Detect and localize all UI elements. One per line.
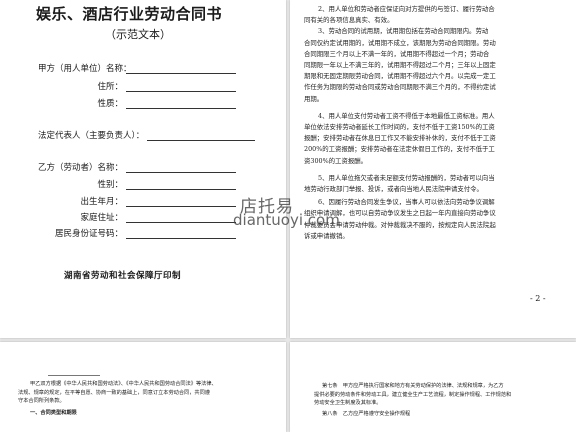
employee-birth-line[interactable] — [126, 198, 236, 207]
text-line: 报酬；安排劳动者在休息日工作又不能安排补休的，支付不低于工资 — [304, 134, 496, 143]
text-line: 4、用人单位支付劳动者工资不得低于本地最低工资标准。用人 — [318, 111, 495, 120]
text-line: 合同期限三个月以上不满一年的，试用期不得超过一个月；劳动合 — [304, 49, 490, 58]
text-line: 5、用人单位拖欠或者未足额支付劳动报酬的，劳动者可以向当 — [318, 173, 495, 182]
issuer-name: 湖南省劳动和社会保障厅印制 — [64, 271, 182, 281]
text-line: 第八条 乙方应严格遵守安全操作规程 — [322, 410, 411, 417]
text-line: 用期。 — [304, 94, 324, 103]
employee-address-field: 家庭住址： — [38, 211, 236, 223]
legal-representative-label: 法定代表人（主要负责人）： — [38, 131, 145, 141]
text-line: 同期限一年以上不满三年的，试用期不得超过二个月；三年以上固定 — [304, 61, 496, 70]
section-heading: 一、合同类型和期限 — [30, 409, 77, 416]
text-line: 作任务为期限的劳动合同或劳动合同期限不满三个月的，不得约定试 — [304, 83, 496, 92]
employee-id-line[interactable] — [126, 230, 236, 239]
text-line: 2、用人单位和劳动者应保证向对方提供的与签订、履行劳动合 — [318, 5, 495, 13]
text-line: 合同仅约定试用期的，试用期不成立，该期限为劳动合同期限。劳动 — [304, 38, 496, 47]
text-line: 法规、规章的规定，在平等自愿、协商一致的基础上，同意订立本劳动合同，共同遵 — [18, 389, 210, 396]
employee-name-line[interactable] — [126, 164, 236, 173]
employer-type-label: 性质： — [97, 99, 123, 109]
employer-name-line[interactable] — [126, 65, 236, 74]
legal-representative-field: 法定代表人（主要负责人）： — [38, 129, 256, 141]
employer-type-field: 性质： — [38, 97, 236, 109]
contract-page-3: 甲乙双方根据《中华人民共和国劳动法》、《中华人民共和国劳动合同法》等法律、 法规… — [0, 342, 286, 432]
text-line: 组织申请调解，也可以自劳动争议发生之日起一年内直接向劳动争议 — [304, 209, 496, 218]
employee-gender-label: 性别： — [97, 180, 123, 190]
text-line: 期限和无固定期限劳动合同，试用期不得超过六个月。以完成一定工 — [304, 72, 496, 81]
text-line: 3、劳动合同的试用期，试用期包括在劳动合同期限内。劳动 — [318, 27, 489, 36]
employee-gender-line[interactable] — [126, 181, 236, 190]
employee-id-field: 居民身份证号码： — [38, 227, 236, 239]
text-line: 劳动安全卫生制度及其标准。 — [314, 400, 382, 407]
employee-name-field: 乙方（劳动者）名称： — [38, 161, 236, 173]
employee-address-label: 家庭住址： — [80, 213, 123, 223]
text-line: 提供必要的劳动条件和劳动工具，建立健全生产工艺流程，制定操作规程、工作规范和 — [314, 391, 512, 398]
text-line: 仲裁委员会申请劳动仲裁。对仲裁裁决不服的，按规定向人民法院起 — [304, 220, 496, 229]
employee-address-line[interactable] — [126, 214, 236, 223]
employee-birth-label: 出生年月： — [80, 197, 123, 207]
document-title: 娱乐、酒店行业劳动合同书 — [36, 5, 223, 23]
employee-gender-field: 性别： — [38, 178, 236, 190]
page-number: - 2 - — [530, 294, 546, 303]
contract-terms-page: 2、用人单位和劳动者应保证向对方提供的与签订、履行劳动合 同有关的各项信息真实、… — [290, 0, 576, 338]
employer-address-field: 住所： — [38, 80, 236, 92]
employer-name-label: 甲方（用人单位）名称： — [38, 64, 132, 74]
contract-page-4: 第七条 甲方应严格执行国家和地方有关劳动保护的法律、法规和规章，为乙方 提供必要… — [290, 342, 576, 432]
obligations-text: 第七条 甲方应严格执行国家和地方有关劳动保护的法律、法规和规章，为乙方 提供必要… — [314, 382, 511, 418]
document-subtitle: （示范文本） — [105, 28, 171, 41]
text-line: 单位依法安排劳动者延长工作时间的，支付不低于工资150%的工资 — [304, 123, 495, 132]
text-line: 第七条 甲方应严格执行国家和地方有关劳动保护的法律、法规和规章，为乙方 — [322, 383, 504, 389]
text-line: 诉或申请撤销。 — [304, 231, 349, 240]
preamble-text: 甲乙双方根据《中华人民共和国劳动法》、《中华人民共和国劳动合同法》等法律、 法规… — [18, 380, 217, 417]
employee-birth-field: 出生年月： — [38, 195, 236, 207]
text-line: 6、因履行劳动合同发生争议，当事人可以依法向劳动争议调解 — [318, 198, 495, 207]
contract-cover-page: 娱乐、酒店行业劳动合同书 （示范文本） 甲方（用人单位）名称： 住所： 性质： … — [0, 0, 286, 338]
text-line: 甲乙双方根据《中华人民共和国劳动法》、《中华人民共和国劳动合同法》等法律、 — [30, 381, 217, 387]
legal-representative-line[interactable] — [147, 132, 256, 141]
employee-id-label: 居民身份证号码： — [54, 229, 123, 239]
header-rule — [48, 375, 100, 376]
terms-body: 2、用人单位和劳动者应保证向对方提供的与签订、履行劳动合 同有关的各项信息真实、… — [304, 4, 496, 242]
text-line: 地劳动行政部门举报、投诉，或者向当地人民法院申请支付令。 — [304, 185, 483, 194]
employer-address-label: 住所： — [97, 82, 123, 92]
employee-name-label: 乙方（劳动者）名称： — [38, 163, 124, 173]
employer-address-line[interactable] — [126, 83, 236, 92]
text-line: 200%的工资报酬；安排劳动者在法定休假日工作的，支付不低于工 — [304, 145, 495, 154]
text-line: 资300%的工资报酬。 — [304, 156, 368, 165]
text-line: 同有关的各项信息真实、有效。 — [304, 16, 394, 25]
employer-type-line[interactable] — [126, 100, 236, 109]
employer-name-field: 甲方（用人单位）名称： — [38, 62, 236, 74]
text-line: 守本合同所列条款。 — [18, 398, 65, 405]
